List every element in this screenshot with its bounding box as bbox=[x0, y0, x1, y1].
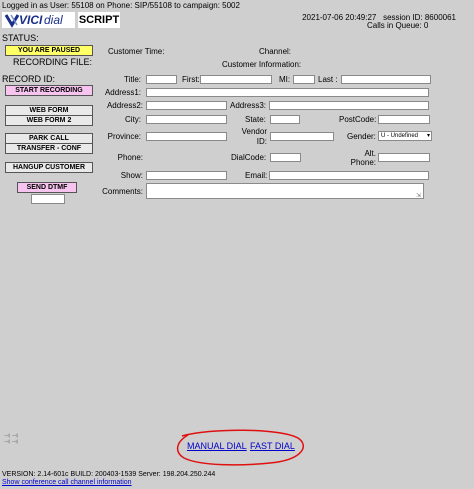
gender-value: U - Undefined bbox=[381, 133, 419, 139]
show-label: Show: bbox=[120, 171, 143, 180]
city-input[interactable] bbox=[146, 115, 227, 124]
status-label: STATUS: bbox=[2, 33, 39, 43]
show-input[interactable] bbox=[146, 171, 227, 180]
record-id-label: RECORD ID: bbox=[2, 74, 56, 84]
customer-time-label: Customer Time: bbox=[108, 47, 165, 56]
gender-select[interactable]: U - Undefined ▾ bbox=[378, 131, 432, 141]
vendor-id-input[interactable] bbox=[270, 132, 334, 141]
logo-dial: dial bbox=[44, 13, 63, 27]
province-label: Province: bbox=[107, 132, 141, 141]
first-name-input[interactable] bbox=[200, 75, 272, 84]
transfer-conf-button[interactable]: TRANSFER - CONF bbox=[5, 143, 93, 154]
last-label: Last : bbox=[318, 75, 338, 84]
dialcode-label: DialCode: bbox=[231, 153, 267, 162]
address3-label: Address3: bbox=[230, 101, 267, 110]
login-info: Logged in as User: 55108 on Phone: SIP/5… bbox=[2, 1, 240, 10]
web-form-2-button[interactable]: WEB FORM 2 bbox=[5, 115, 93, 126]
email-input[interactable] bbox=[269, 171, 429, 180]
mi-label: MI: bbox=[279, 75, 291, 84]
middle-initial-input[interactable] bbox=[293, 75, 315, 84]
last-name-input[interactable] bbox=[341, 75, 431, 84]
comments-label: Comments: bbox=[102, 187, 143, 196]
dtmf-input[interactable] bbox=[31, 194, 65, 204]
conference-info-link[interactable]: Show conference call channel information bbox=[2, 478, 132, 488]
start-recording-button[interactable]: START RECORDING bbox=[5, 85, 93, 96]
speaker-icon bbox=[4, 433, 18, 444]
calls-in-queue: Calls in Queue: 0 bbox=[367, 21, 429, 30]
email-label: Email: bbox=[245, 171, 268, 180]
dialcode-input[interactable] bbox=[270, 153, 301, 162]
logo-vici: VICI bbox=[19, 13, 43, 27]
comments-textarea[interactable] bbox=[146, 183, 424, 199]
recording-file-label: RECORDING FILE: bbox=[13, 57, 93, 67]
address2-label: Address2: bbox=[106, 101, 143, 110]
address3-input[interactable] bbox=[269, 101, 429, 110]
send-dtmf-button[interactable]: SEND DTMF bbox=[17, 182, 77, 193]
customer-information-label: Customer Information: bbox=[222, 60, 302, 69]
title-input[interactable] bbox=[146, 75, 177, 84]
address1-label: Address1: bbox=[104, 88, 141, 97]
hangup-customer-button[interactable]: HANGUP CUSTOMER bbox=[5, 162, 93, 173]
first-label: First: bbox=[182, 75, 200, 84]
gender-label: Gender: bbox=[347, 132, 376, 141]
postcode-label: PostCode: bbox=[339, 115, 377, 124]
channel-label: Channel: bbox=[259, 47, 292, 56]
address1-input[interactable] bbox=[146, 88, 429, 97]
title-label: Title: bbox=[123, 75, 141, 84]
datetime: 2021-07-06 20:49:27 bbox=[302, 13, 377, 22]
resize-handle-icon: ⇲ bbox=[416, 193, 422, 199]
tab-script[interactable]: SCRIPT bbox=[78, 12, 120, 28]
chevron-down-icon: ▾ bbox=[426, 133, 430, 139]
red-annotation-circle-icon bbox=[176, 429, 304, 466]
alt-phone-input[interactable] bbox=[378, 153, 430, 162]
volume-controls[interactable] bbox=[3, 432, 19, 446]
paused-button[interactable]: YOU ARE PAUSED bbox=[5, 45, 93, 56]
alt-phone-label: Phone: bbox=[350, 158, 376, 167]
state-input[interactable] bbox=[270, 115, 300, 124]
address2-input[interactable] bbox=[146, 101, 227, 110]
city-label: City: bbox=[125, 115, 141, 124]
phone-label: Phone: bbox=[117, 153, 143, 162]
vendor-label: Vendor bbox=[241, 127, 267, 136]
vicidial-logo: VICI dial bbox=[2, 12, 75, 28]
state-label: State: bbox=[245, 115, 266, 124]
province-input[interactable] bbox=[146, 132, 227, 141]
vendor-id-label: ID: bbox=[256, 137, 267, 146]
postcode-input[interactable] bbox=[378, 115, 430, 124]
